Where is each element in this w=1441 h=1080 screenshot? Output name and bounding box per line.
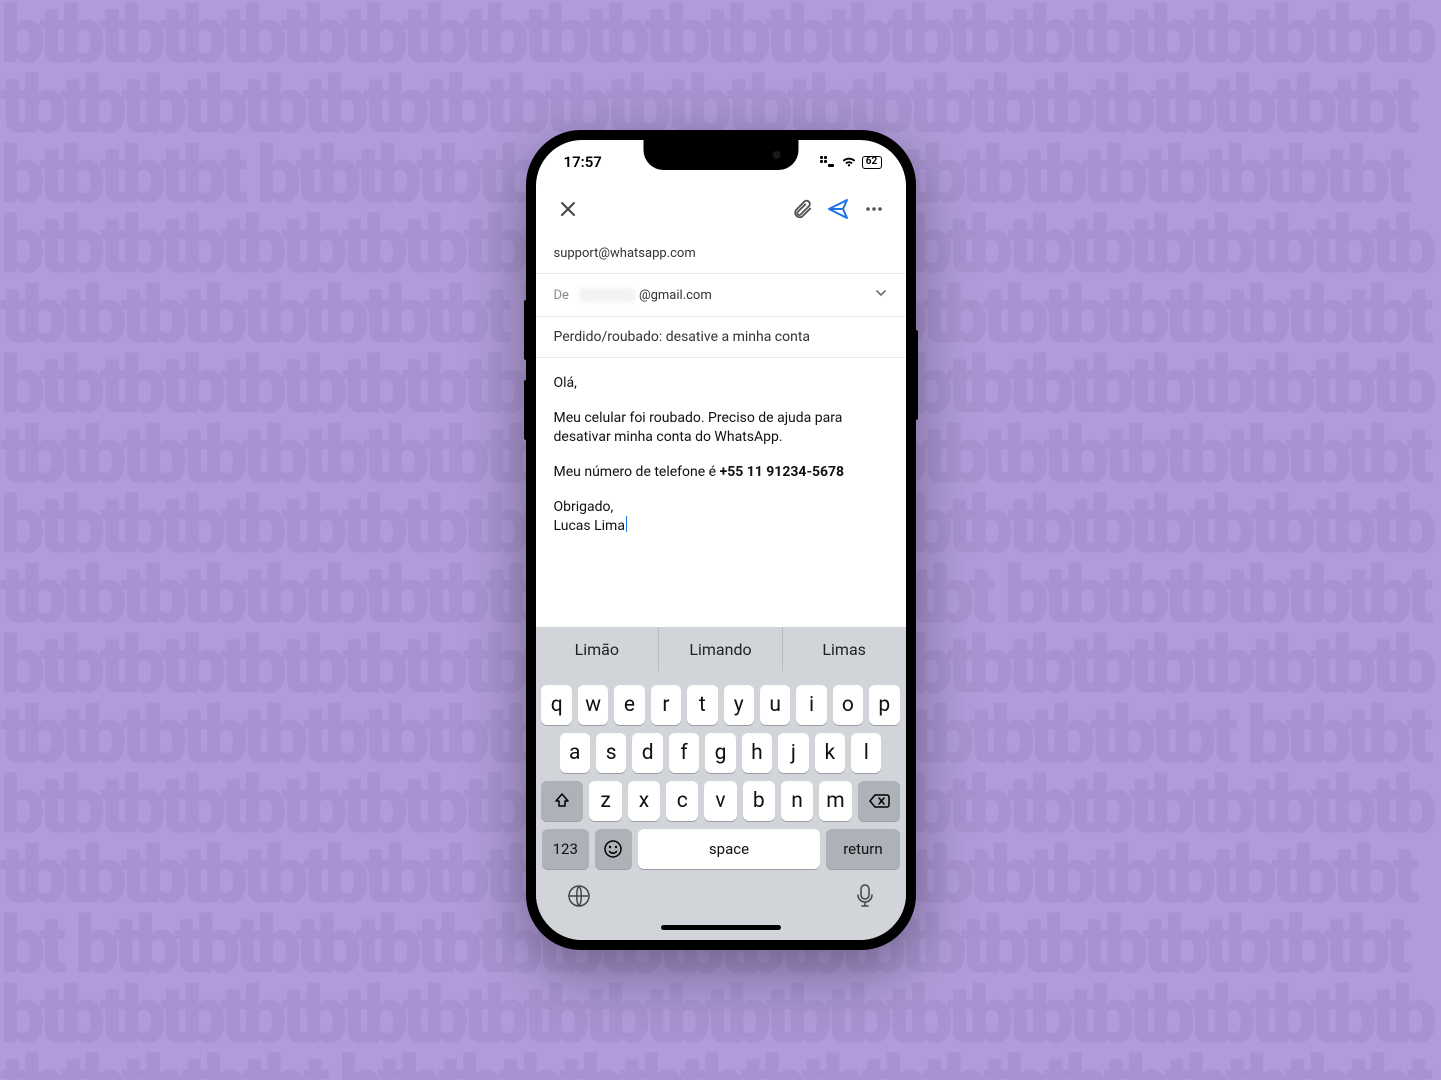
key-a[interactable]: a (560, 733, 590, 773)
phone-screen: 17:57 62 (536, 140, 906, 940)
more-horizontal-icon (864, 199, 884, 219)
keyboard-row-4: 123 space return (540, 829, 902, 869)
key-c[interactable]: c (666, 781, 698, 821)
body-para1: Meu celular foi roubado. Preciso de ajud… (554, 409, 888, 447)
backspace-icon (868, 793, 890, 809)
key-s[interactable]: s (596, 733, 626, 773)
battery-indicator: 62 (862, 156, 882, 169)
body-greeting: Olá, (554, 374, 888, 393)
key-h[interactable]: h (742, 733, 772, 773)
dual-sim-icon (820, 156, 836, 168)
key-t[interactable]: t (687, 685, 717, 725)
attach-button[interactable] (784, 191, 820, 227)
key-q[interactable]: q (541, 685, 571, 725)
keyboard-suggestions: Limão Limando Limas (536, 627, 906, 671)
key-f[interactable]: f (669, 733, 699, 773)
send-icon (826, 197, 850, 221)
key-g[interactable]: g (705, 733, 735, 773)
from-label: De (554, 288, 569, 303)
subject-text: Perdido/roubado: desative a minha conta (554, 329, 811, 345)
key-shift[interactable] (541, 781, 583, 821)
key-u[interactable]: u (760, 685, 790, 725)
paperclip-icon (791, 198, 813, 220)
keyboard-row-2: a s d f g h j k l (540, 733, 902, 773)
email-body[interactable]: Olá, Meu celular foi roubado. Preciso de… (536, 358, 906, 627)
key-j[interactable]: j (778, 733, 808, 773)
key-return[interactable]: return (826, 829, 899, 869)
keyboard-bottom-bar (540, 869, 902, 919)
to-field[interactable]: support@whatsapp.com (536, 234, 906, 274)
suggestion-3[interactable]: Limas (783, 627, 906, 671)
from-username-redacted (579, 288, 635, 302)
text-cursor (626, 516, 628, 532)
to-value: support@whatsapp.com (554, 246, 696, 261)
body-signature: Obrigado, Lucas Lima (554, 498, 888, 537)
globe-button[interactable] (566, 883, 592, 913)
phone-number: +55 11 91234-5678 (720, 464, 845, 480)
keyboard-row-3: z x c v b n m (540, 781, 902, 821)
expand-from-chevron[interactable] (874, 286, 888, 304)
key-emoji[interactable] (595, 829, 632, 869)
key-d[interactable]: d (632, 733, 662, 773)
wifi-icon (841, 156, 857, 168)
key-w[interactable]: w (578, 685, 608, 725)
key-y[interactable]: y (724, 685, 754, 725)
key-numbers[interactable]: 123 (542, 829, 590, 869)
from-domain: @gmail.com (639, 288, 712, 303)
key-b[interactable]: b (743, 781, 775, 821)
shift-icon (553, 792, 571, 810)
key-k[interactable]: k (815, 733, 845, 773)
dictation-button[interactable] (854, 883, 876, 913)
chevron-down-icon (874, 286, 888, 300)
key-e[interactable]: e (614, 685, 644, 725)
send-button[interactable] (820, 191, 856, 227)
emoji-icon (603, 839, 623, 859)
close-icon (558, 199, 578, 219)
key-v[interactable]: v (704, 781, 736, 821)
microphone-icon (854, 883, 876, 909)
notch (643, 140, 798, 170)
status-right: 62 (820, 156, 882, 169)
close-button[interactable] (550, 191, 586, 227)
key-o[interactable]: o (833, 685, 863, 725)
phone-frame: 17:57 62 (526, 130, 916, 950)
key-r[interactable]: r (651, 685, 681, 725)
suggestion-1[interactable]: Limão (536, 627, 660, 671)
key-space[interactable]: space (638, 829, 821, 869)
compose-toolbar (536, 184, 906, 234)
status-time: 17:57 (564, 153, 602, 171)
home-indicator[interactable] (661, 925, 781, 930)
keyboard: Limão Limando Limas q w e r t y u i o p (536, 627, 906, 940)
key-l[interactable]: l (851, 733, 881, 773)
key-p[interactable]: p (869, 685, 899, 725)
body-para2: Meu número de telefone é +55 11 91234-56… (554, 463, 888, 482)
key-m[interactable]: m (819, 781, 851, 821)
keyboard-row-1: q w e r t y u i o p (540, 685, 902, 725)
globe-icon (566, 883, 592, 909)
key-backspace[interactable] (858, 781, 900, 821)
suggestion-2[interactable]: Limando (659, 627, 783, 671)
subject-field[interactable]: Perdido/roubado: desative a minha conta (536, 317, 906, 358)
more-button[interactable] (856, 191, 892, 227)
key-x[interactable]: x (628, 781, 660, 821)
key-n[interactable]: n (781, 781, 813, 821)
from-field[interactable]: De @gmail.com (536, 274, 906, 317)
key-z[interactable]: z (589, 781, 621, 821)
key-i[interactable]: i (796, 685, 826, 725)
